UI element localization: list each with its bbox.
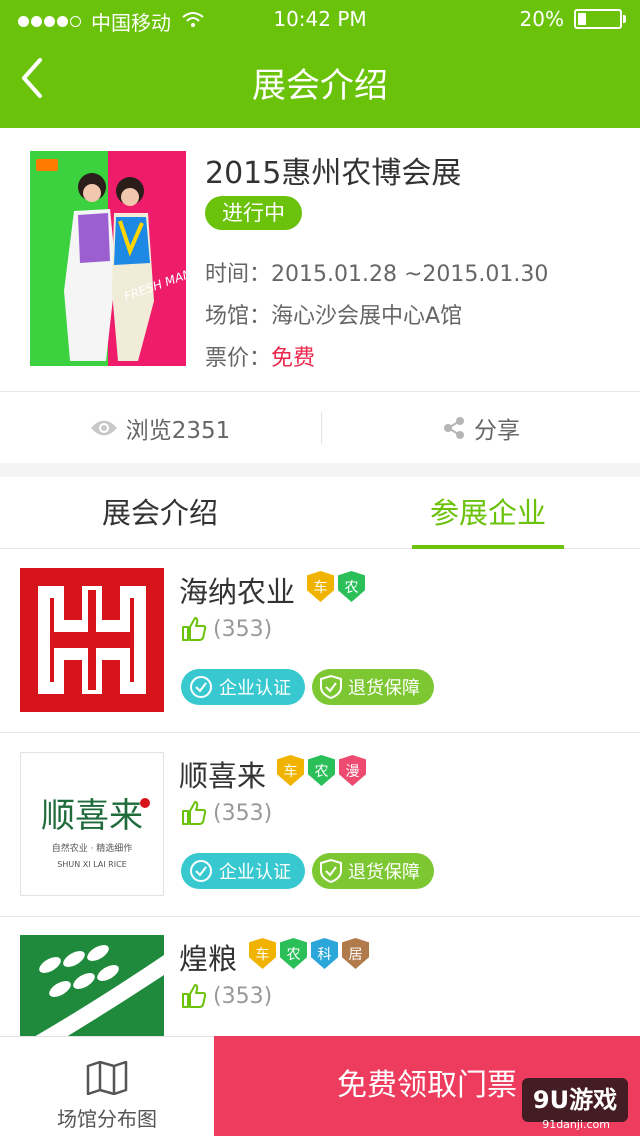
certified-label: 企业认证 (219, 678, 291, 699)
venue-label: 场馆： (205, 304, 272, 329)
eye-icon (90, 419, 118, 437)
time-label: 时间： (205, 262, 272, 287)
venue-value: 海心沙会展中心A馆 (271, 304, 463, 329)
certified-badge: 企业认证 (181, 669, 305, 705)
map-icon (86, 1060, 128, 1099)
page-title: 展会介绍 (252, 66, 388, 106)
battery-icon (574, 9, 626, 29)
time-value: 2015.01.28 ~2015.01.30 (271, 262, 549, 287)
like-count-value: (353) (213, 616, 273, 642)
share-label: 分享 (474, 418, 520, 444)
share-button[interactable]: 分享 (322, 392, 640, 464)
company-pills: 企业认证 退货保障 (181, 669, 441, 705)
return-guarantee-badge: 退货保障 (312, 669, 434, 705)
nav-bar: 展会介绍 (0, 40, 640, 128)
return-guarantee-label: 退货保障 (348, 862, 420, 883)
check-circle-icon (189, 859, 213, 883)
return-guarantee-label: 退货保障 (348, 678, 420, 699)
badge-vehicle-icon: 车 (249, 938, 276, 969)
badge-home-icon: 居 (342, 938, 369, 969)
battery-percent: 20% (519, 7, 564, 31)
like-count-value: (353) (213, 800, 273, 826)
venue-row: 场馆：海心沙会展中心A馆 (205, 298, 462, 330)
badge-vehicle-icon: 车 (277, 755, 304, 786)
company-item-huangliang[interactable]: 煌粮 车 农 科 居 (353) (0, 916, 640, 1036)
company-item-haina[interactable]: 海纳农业 车 农 (353) 企业认证 退货保障 (0, 549, 640, 733)
battery-level (578, 13, 586, 25)
thumbs-up-icon (181, 800, 207, 826)
tab-bar: 展会介绍 参展企业 (0, 477, 640, 549)
company-badges: 车 农 (307, 571, 369, 602)
view-count: 浏览2351 (0, 392, 320, 464)
tab-expo-intro[interactable]: 展会介绍 (60, 477, 260, 549)
status-badge: 进行中 (205, 196, 302, 230)
status-right: 20% (519, 7, 626, 31)
company-logo (20, 935, 164, 1036)
logo-subtext: 自然农业 · 精选细作 (52, 842, 133, 854)
shield-check-icon (320, 675, 342, 699)
logo-english: SHUN XI LAI RICE (57, 860, 126, 869)
floor-plan-button[interactable]: 场馆分布图 (0, 1036, 214, 1136)
price-row: 票价：免费 (205, 340, 315, 372)
tab-exhibitors[interactable]: 参展企业 (412, 477, 564, 549)
like-count[interactable]: (353) (181, 616, 272, 642)
badge-comic-icon: 漫 (339, 755, 366, 786)
logo-text: 顺喜来 (41, 796, 143, 836)
return-guarantee-badge: 退货保障 (312, 853, 434, 889)
view-count-label: 浏览2351 (125, 418, 231, 444)
shield-check-icon (320, 859, 342, 883)
stats-bar: 浏览2351 分享 (0, 391, 640, 463)
like-count-value: (353) (213, 983, 273, 1009)
badge-agriculture-icon: 农 (338, 571, 365, 602)
like-count[interactable]: (353) (181, 800, 272, 826)
certified-label: 企业认证 (219, 862, 291, 883)
company-list: 海纳农业 车 农 (353) 企业认证 退货保障 顺喜来 自然农业 · 精选细作… (0, 549, 640, 1036)
thumbs-up-icon (181, 616, 207, 642)
status-bar: 中国移动 10:42 PM 20% (0, 0, 640, 40)
company-item-shunxilai[interactable]: 顺喜来 自然农业 · 精选细作 SHUN XI LAI RICE 顺喜来 车 农… (0, 733, 640, 917)
expo-title: 2015惠州农博会展 (205, 156, 462, 191)
badge-agriculture-icon: 农 (308, 755, 335, 786)
floor-plan-label: 场馆分布图 (57, 1107, 157, 1131)
time-row: 时间：2015.01.28 ~2015.01.30 (205, 256, 548, 288)
app-header: 中国移动 10:42 PM 20% 展会介绍 (0, 0, 640, 128)
expo-info-card: FRESH MAN SHANSHAN 2015惠州农博会展 进行中 时间：201… (0, 128, 640, 391)
badge-agriculture-icon: 农 (280, 938, 307, 969)
badge-vehicle-icon: 车 (307, 571, 334, 602)
company-name: 海纳农业 (179, 575, 296, 609)
thumbs-up-icon (181, 983, 207, 1009)
company-pills: 企业认证 退货保障 (181, 853, 441, 889)
company-name: 顺喜来 (179, 759, 267, 793)
price-label: 票价： (205, 346, 272, 371)
price-value: 免费 (271, 346, 316, 371)
watermark-logo: 9U游戏 (522, 1078, 628, 1122)
company-logo: 顺喜来 自然农业 · 精选细作 SHUN XI LAI RICE (20, 752, 164, 896)
company-logo (20, 568, 164, 712)
watermark-url: 91danji.com (542, 1118, 610, 1131)
certified-badge: 企业认证 (181, 853, 305, 889)
badge-science-icon: 科 (311, 938, 338, 969)
share-icon (442, 416, 466, 440)
check-circle-icon (189, 675, 213, 699)
expo-poster-image[interactable]: FRESH MAN SHANSHAN (30, 151, 186, 366)
company-badges: 车 农 科 居 (249, 938, 373, 969)
company-badges: 车 农 漫 (277, 755, 370, 786)
company-name: 煌粮 (179, 942, 238, 976)
like-count[interactable]: (353) (181, 983, 272, 1009)
